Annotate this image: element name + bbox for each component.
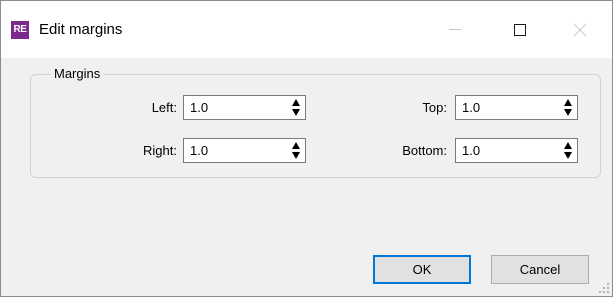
spin-down-icon[interactable] [292,109,300,116]
right-margin-spinbox[interactable]: 1.0 [183,138,306,163]
bottom-label: Bottom: [402,143,447,158]
bottom-margin-value[interactable]: 1.0 [462,143,480,159]
close-icon [573,23,587,36]
ok-button[interactable]: OK [373,255,471,284]
maximize-icon [514,23,526,36]
top-margin-spinbox[interactable]: 1.0 [455,95,578,120]
left-margin-value[interactable]: 1.0 [190,100,208,116]
dialog-body: Margins Left: 1.0 Right: 1.0 Top: 1.0 Bo… [1,58,612,296]
ok-button-label: OK [412,262,432,277]
spin-up-icon[interactable] [564,99,572,106]
left-margin-spinbox[interactable]: 1.0 [183,95,306,120]
spin-up-icon[interactable] [292,99,300,106]
resize-grip-icon[interactable] [599,283,609,293]
right-label: Right: [143,143,177,158]
top-margin-value[interactable]: 1.0 [462,100,480,116]
app-logo-icon: RE [11,21,29,39]
window-title: Edit margins [39,21,123,38]
spin-down-icon[interactable] [564,109,572,116]
top-label: Top: [422,100,447,115]
spin-down-icon[interactable] [292,152,300,159]
spin-up-icon[interactable] [292,142,300,149]
spin-down-icon[interactable] [564,152,572,159]
minimize-icon [449,29,461,30]
minimize-button[interactable] [432,1,478,58]
spin-up-icon[interactable] [564,142,572,149]
bottom-margin-spinbox[interactable]: 1.0 [455,138,578,163]
right-margin-stepper[interactable] [292,142,301,159]
left-label: Left: [151,100,177,115]
cancel-button[interactable]: Cancel [491,255,589,284]
margins-groupbox: Margins Left: 1.0 Right: 1.0 Top: 1.0 Bo… [30,66,601,178]
edit-margins-dialog: RE Edit margins Margins Left: 1.0 Right:… [0,0,613,297]
margins-group-label: Margins [51,66,104,82]
right-margin-value[interactable]: 1.0 [190,143,208,159]
cancel-button-label: Cancel [519,262,561,277]
maximize-button[interactable] [497,1,543,58]
top-margin-stepper[interactable] [564,99,573,116]
bottom-margin-stepper[interactable] [564,142,573,159]
title-bar[interactable]: RE Edit margins [1,1,612,58]
left-margin-stepper[interactable] [292,99,301,116]
close-button[interactable] [557,1,603,58]
